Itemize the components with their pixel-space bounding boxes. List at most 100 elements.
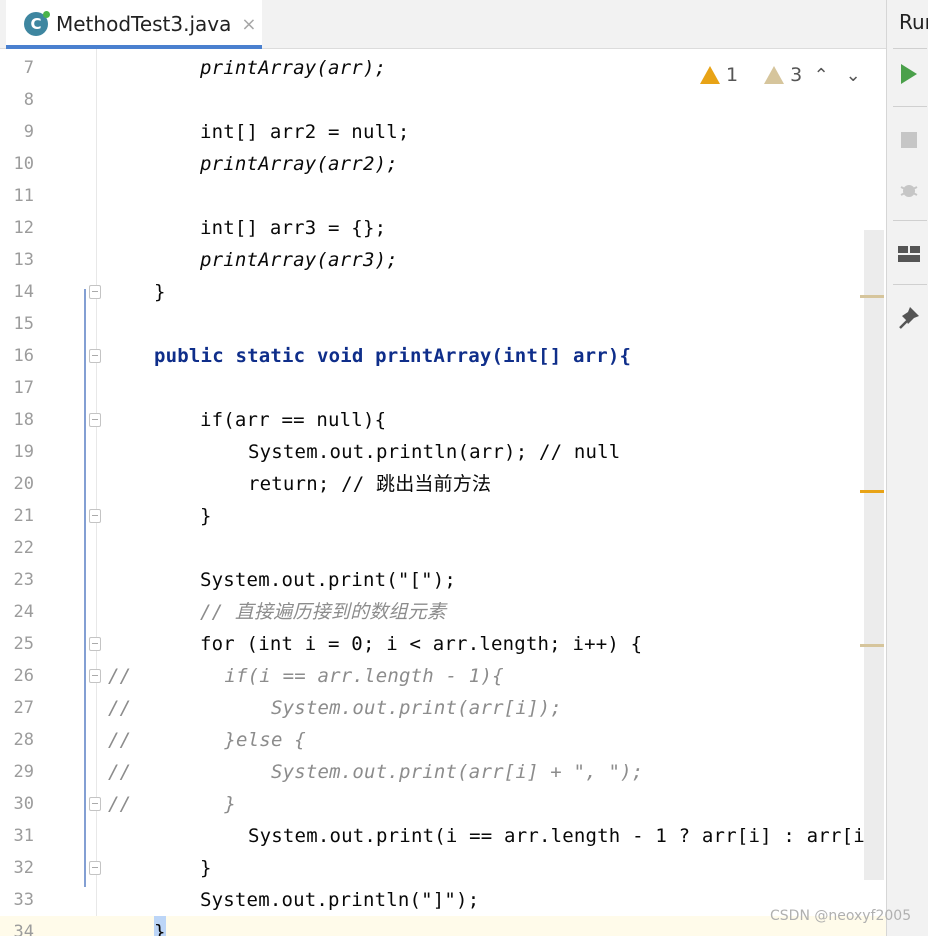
inspection-widget[interactable]: 1 3 ⌃ ⌄ [700, 60, 866, 90]
code-line: 33 System.out.println("]"); [0, 884, 886, 916]
line-number: 15 [13, 314, 34, 334]
line-number: 32 [13, 858, 34, 878]
line-number: 29 [13, 762, 34, 782]
weak-warning-marker[interactable] [860, 295, 884, 298]
line-number: 12 [13, 218, 34, 238]
weak-warning-icon [764, 66, 785, 84]
fold-marker[interactable] [89, 285, 101, 299]
code-comment: // System.out.print(arr[i]); [108, 697, 562, 719]
line-number: 21 [13, 506, 34, 526]
code-text: System.out.print(i == arr.length - 1 ? a… [248, 825, 877, 847]
weak-warning-count: 3 [790, 64, 803, 86]
weak-warning-marker[interactable] [860, 644, 884, 647]
code-comment: // if(i == arr.length - 1){ [108, 665, 504, 687]
code-line: 31 System.out.print(i == arr.length - 1 … [0, 820, 886, 852]
method-call: printArray(arr); [200, 57, 387, 79]
code-text: System.out.println("]"); [200, 889, 480, 911]
tab-filename: MethodTest3.java [56, 12, 232, 36]
line-number: 19 [13, 442, 34, 462]
code-line: 12 int[] arr3 = {}; [0, 212, 886, 244]
code-line: 25 for (int i = 0; i < arr.length; i++) … [0, 628, 886, 660]
code-line: 32 } [0, 852, 886, 884]
layout-icon [898, 246, 920, 262]
code-text: printArray(arr2); [200, 153, 398, 175]
stop-icon [901, 132, 917, 148]
code-text: printArray(arr3); [200, 249, 398, 271]
line-number: 24 [13, 602, 34, 622]
debug-button[interactable] [895, 176, 923, 204]
code-text: System.out.println(arr); // null [248, 441, 621, 463]
line-number: 10 [13, 154, 34, 174]
code-line: 26 // if(i == arr.length - 1){ [0, 660, 886, 692]
fold-marker[interactable] [89, 861, 101, 875]
code-text: printArray(arr); [200, 52, 386, 84]
code-line: 29 // System.out.print(arr[i] + ", "); [0, 756, 886, 788]
code-line: 22 [0, 532, 886, 564]
line-number: 26 [13, 666, 34, 686]
divider [893, 48, 927, 49]
line-number: 16 [13, 346, 34, 366]
code-comment: // }else { [108, 729, 306, 751]
pin-tab-button[interactable] [895, 304, 923, 332]
line-number: 18 [13, 410, 34, 430]
bug-icon [900, 185, 918, 197]
line-number: 34 [13, 922, 34, 936]
code-text: for (int i = 0; i < arr.length; i++) { [200, 633, 643, 655]
tab-methodtest3[interactable]: C MethodTest3.java × [6, 0, 262, 48]
line-number: 23 [13, 570, 34, 590]
code-line: 27 // System.out.print(arr[i]); [0, 692, 886, 724]
vertical-scrollbar[interactable] [864, 230, 884, 880]
chevron-up-icon[interactable]: ⌃ [808, 65, 834, 86]
close-icon[interactable]: × [241, 14, 256, 35]
line-number: 9 [23, 122, 34, 142]
code-line: 20 return; // 跳出当前方法 [0, 468, 886, 500]
warning-marker[interactable] [860, 490, 884, 493]
line-number: 11 [13, 186, 34, 206]
line-number: 8 [23, 90, 34, 110]
divider [893, 284, 927, 285]
code-text: System.out.print("["); [200, 569, 457, 591]
java-class-icon-letter: C [30, 15, 42, 33]
code-comment: // 直接遍历接到的数组元素 [200, 601, 447, 623]
fold-marker[interactable] [89, 797, 101, 811]
code-line: 14 } [0, 276, 886, 308]
code-line: 10 printArray(arr2); [0, 148, 886, 180]
code-text: } [154, 281, 166, 303]
line-number: 33 [13, 890, 34, 910]
fold-marker[interactable] [89, 637, 101, 651]
code-line: 13 printArray(arr3); [0, 244, 886, 276]
code-text: return; // 跳出当前方法 [248, 473, 492, 495]
rerun-button[interactable] [895, 60, 923, 88]
line-number: 25 [13, 634, 34, 654]
fold-marker[interactable] [89, 349, 101, 363]
code-text: if(arr == null){ [200, 409, 387, 431]
warning-count: 1 [726, 64, 739, 86]
run-tool-panel: Run [886, 0, 928, 936]
code-comment: // System.out.print(arr[i] + ", "); [108, 761, 644, 783]
fold-marker[interactable] [89, 669, 101, 683]
stop-button[interactable] [895, 126, 923, 154]
divider [893, 106, 927, 107]
code-text: int[] arr2 = null; [200, 121, 410, 143]
code-line: 11 [0, 180, 886, 212]
layout-button[interactable] [895, 240, 923, 268]
run-panel-title: Run [899, 10, 928, 34]
class-badge-dot [43, 11, 50, 18]
fold-marker[interactable] [89, 509, 101, 523]
code-text: } [200, 857, 212, 879]
chevron-down-icon[interactable]: ⌄ [840, 65, 866, 86]
fold-marker[interactable] [89, 413, 101, 427]
warning-icon [700, 66, 720, 84]
line-number: 7 [23, 58, 34, 78]
line-number: 28 [13, 730, 34, 750]
divider [893, 220, 927, 221]
code-line: 30 // } [0, 788, 886, 820]
code-comment: // } [108, 793, 237, 815]
ide-window: C MethodTest3.java × Run [0, 0, 928, 936]
line-number: 17 [13, 378, 34, 398]
line-number: 20 [13, 474, 34, 494]
code-line: 16 public static void printArray(int[] a… [0, 340, 886, 372]
code-text: } [154, 916, 166, 936]
play-icon [901, 64, 917, 84]
code-line: 17 [0, 372, 886, 404]
